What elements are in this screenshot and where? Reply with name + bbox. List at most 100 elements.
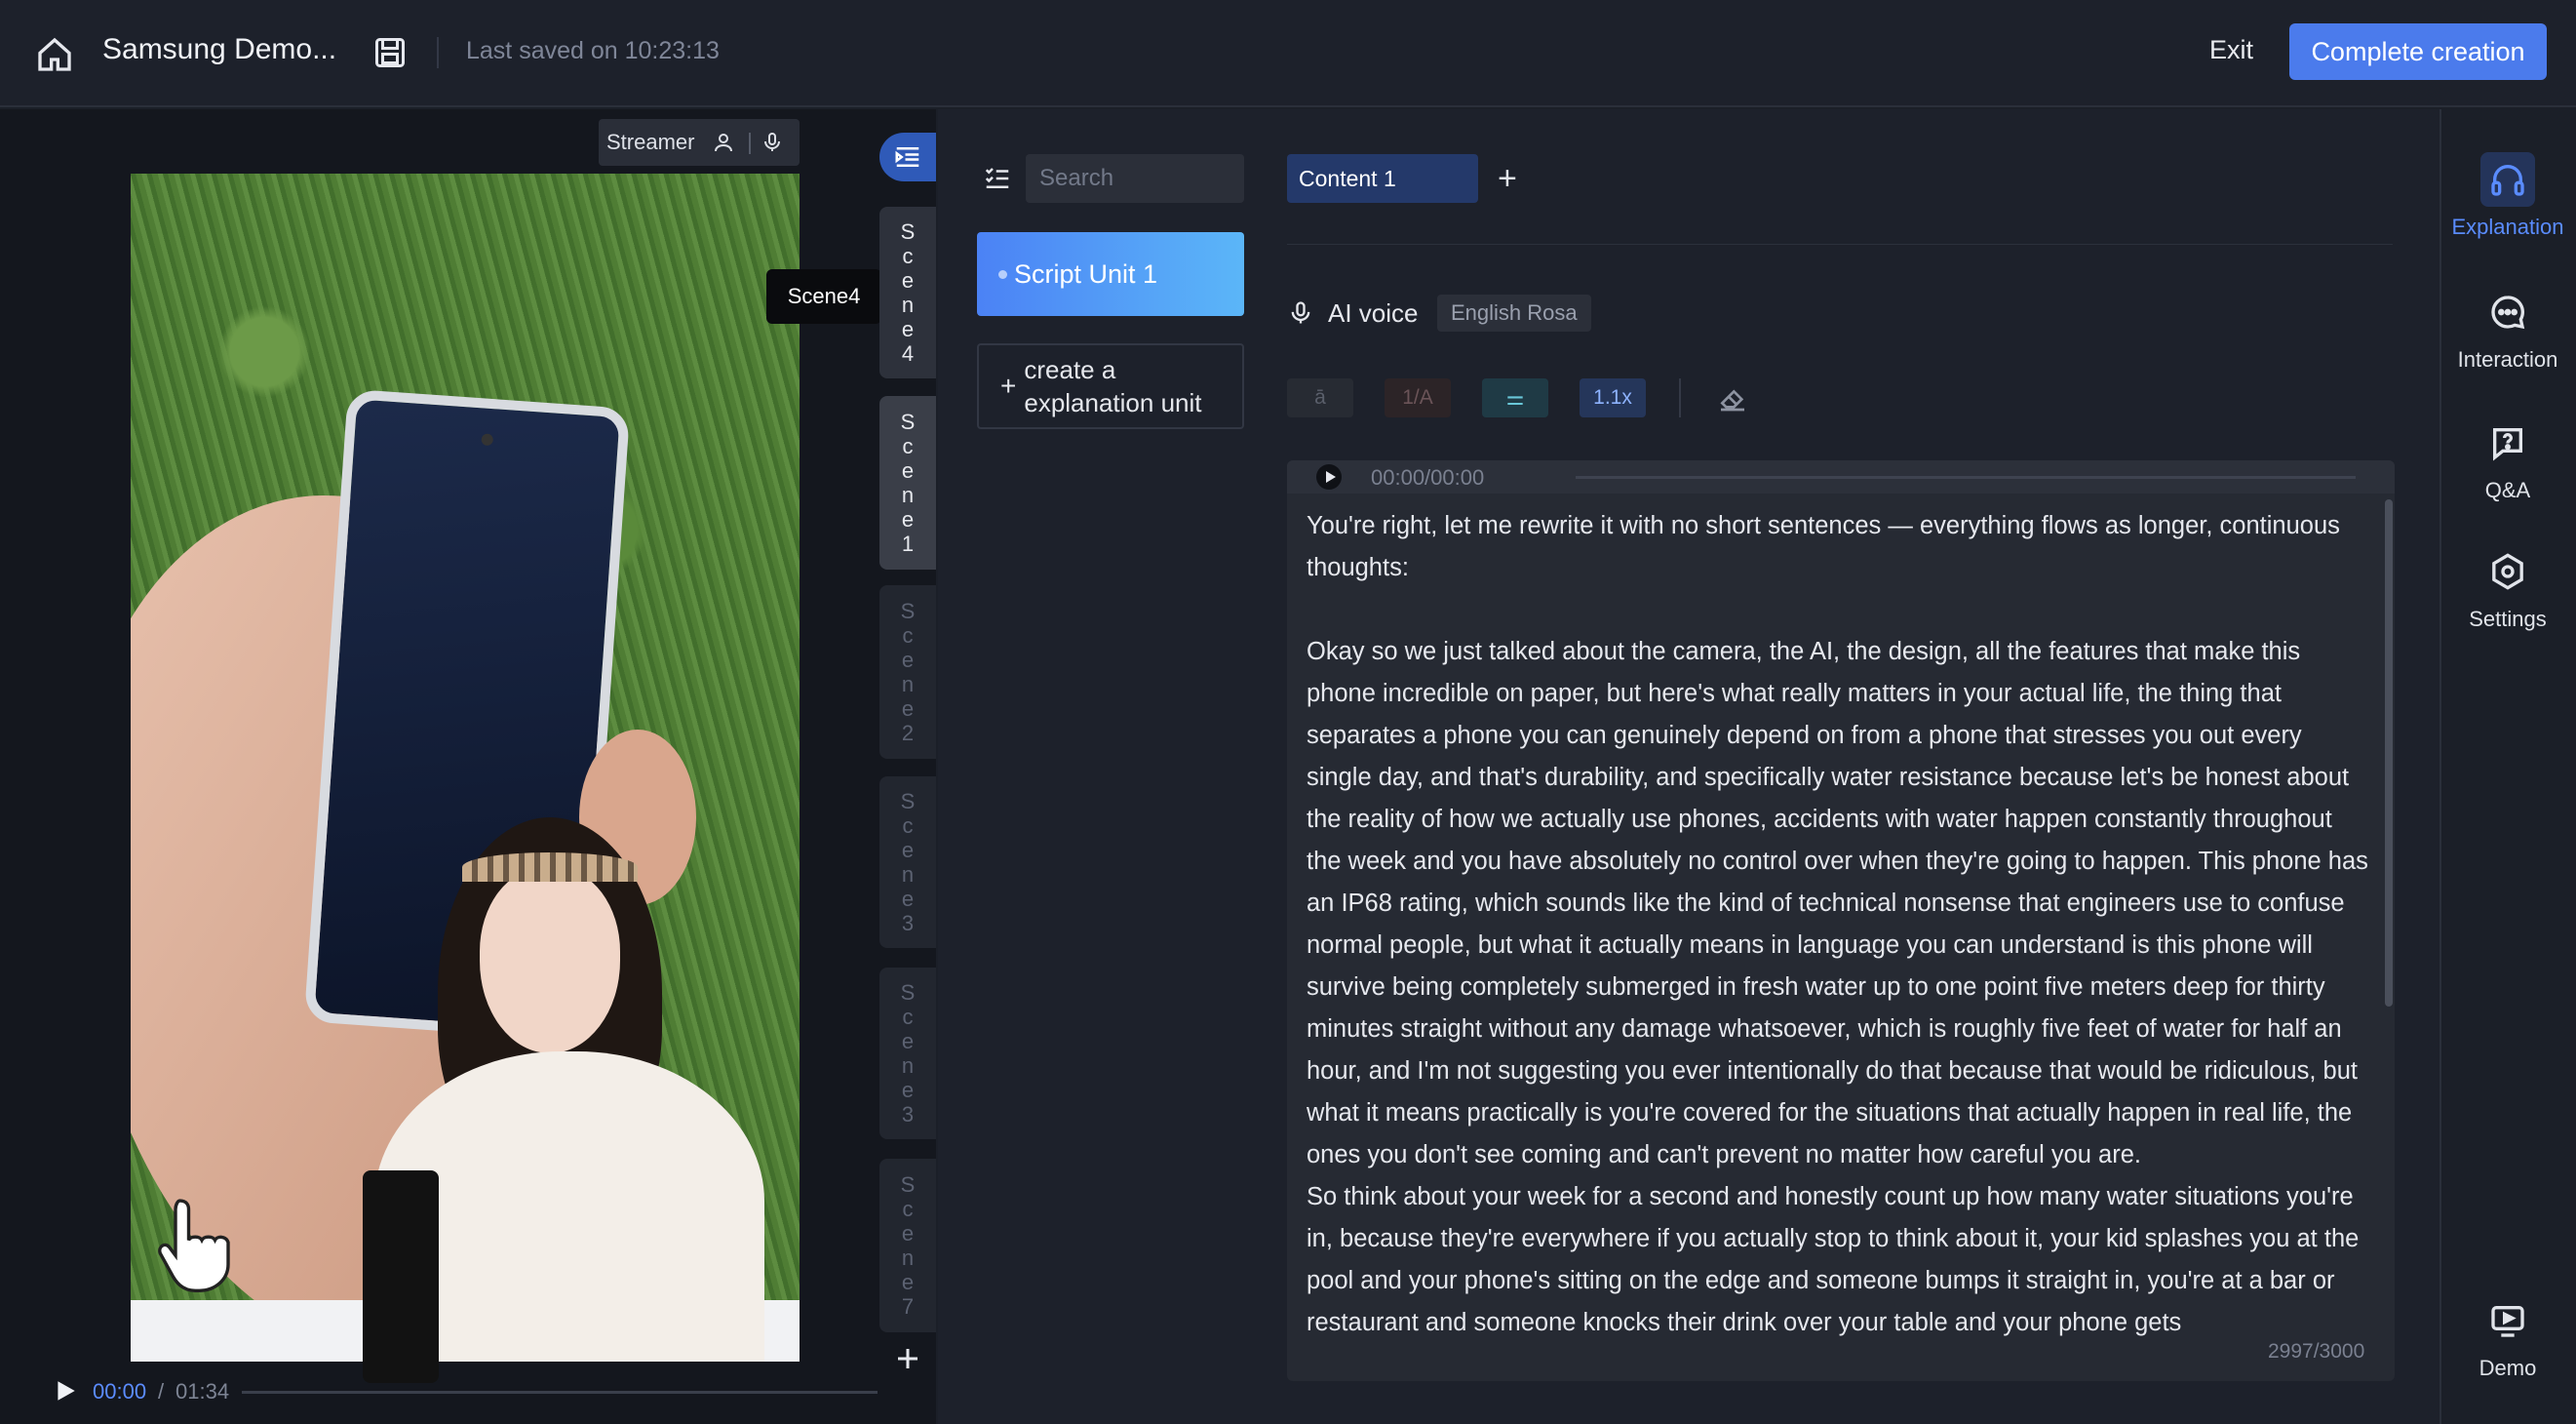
scene-tab-letter: 1 xyxy=(901,532,915,556)
scene-tab-letter: n xyxy=(901,672,915,696)
scene-tab-letter: c xyxy=(902,1197,914,1221)
streamer-control[interactable]: Streamer xyxy=(599,119,800,166)
video-preview[interactable] xyxy=(131,174,800,1362)
sidebar-item-settings[interactable]: Settings xyxy=(2439,544,2576,632)
save-icon[interactable] xyxy=(372,35,408,70)
scene-tab-letter: 3 xyxy=(901,1102,915,1127)
demo-icon xyxy=(2480,1293,2535,1348)
scene-tab-letter: e xyxy=(901,458,915,483)
sidebar-item-demo[interactable]: Demo xyxy=(2439,1293,2576,1381)
toolbar-divider xyxy=(1679,378,1681,417)
scene-tab-letter: S xyxy=(900,219,916,244)
scene-tab-letter: n xyxy=(901,1053,915,1078)
tab-content-1[interactable]: Content 1 xyxy=(1287,154,1478,203)
checklist-icon[interactable] xyxy=(983,164,1012,193)
complete-creation-button[interactable]: Complete creation xyxy=(2289,23,2547,80)
streamer-divider xyxy=(749,133,751,154)
scene-tab-letter: e xyxy=(901,268,915,293)
sidebar-item-label: Q&A xyxy=(2484,478,2531,502)
add-content-tab-icon[interactable]: + xyxy=(1498,160,1517,198)
pause-tool[interactable]: ⚌ xyxy=(1482,378,1548,417)
person-icon[interactable] xyxy=(712,131,735,154)
sidebar-item-label: Interaction xyxy=(2457,347,2558,372)
pointing-hand-icon xyxy=(158,1199,230,1292)
settings-icon xyxy=(2480,544,2535,599)
scene-tab-letter: n xyxy=(901,1246,915,1270)
home-icon[interactable] xyxy=(35,35,74,74)
scene-tab-letter: e xyxy=(901,838,915,862)
playback-progress-bar[interactable] xyxy=(242,1391,878,1394)
number-reading-tool[interactable]: 1/A xyxy=(1385,378,1451,417)
script-editor[interactable]: 00:00/00:00 You're right, let me rewrite… xyxy=(1287,460,2395,1381)
audio-time: 00:00/00:00 xyxy=(1371,465,1485,490)
current-time: 00:00 xyxy=(93,1379,147,1404)
scene-tab-letter: 2 xyxy=(901,721,915,745)
script-text[interactable]: You're right, let me rewrite it with no … xyxy=(1307,505,2369,1344)
time-separator: / xyxy=(158,1379,165,1404)
scene-tab[interactable]: Scene2 xyxy=(879,585,936,759)
speed-tool[interactable]: 1.1x xyxy=(1580,378,1646,417)
sidebar-item-label: Explanation xyxy=(2451,215,2564,239)
audio-progress-bar[interactable] xyxy=(1576,476,2356,479)
scene-tab-letter: S xyxy=(900,410,916,434)
script-unit-1[interactable]: Script Unit 1 xyxy=(977,232,1244,316)
plus-icon: + xyxy=(1000,371,1017,401)
audio-play-icon[interactable] xyxy=(1316,464,1342,490)
top-bar: Samsung Demo... Last saved on 10:23:13 E… xyxy=(0,0,2576,107)
create-explanation-unit-button[interactable]: + create a explanation unit xyxy=(977,343,1244,429)
sidebar-item-explanation[interactable]: Explanation xyxy=(2439,152,2576,240)
play-icon[interactable] xyxy=(53,1377,78,1404)
question-icon xyxy=(2480,415,2535,470)
scene-tab[interactable]: Scene7 xyxy=(879,1159,936,1332)
microphone-icon[interactable] xyxy=(761,131,784,154)
scene-tab-letter: e xyxy=(901,1029,915,1053)
chat-icon xyxy=(2480,285,2535,339)
audio-player: 00:00/00:00 xyxy=(1287,460,2395,494)
header-divider xyxy=(437,37,439,68)
scene-tab-letter: e xyxy=(901,507,915,532)
search-input[interactable] xyxy=(1026,154,1244,203)
phone-on-stand-image xyxy=(363,1170,439,1383)
scene-tab-letter: 7 xyxy=(901,1294,915,1319)
last-saved-text: Last saved on 10:23:13 xyxy=(466,37,720,64)
scene-panel-toggle[interactable] xyxy=(879,133,936,181)
indent-icon xyxy=(895,147,919,167)
scene-tab[interactable]: Scene3 xyxy=(879,776,936,948)
scene-tab-letter: c xyxy=(902,813,914,838)
scene-tab-letter: c xyxy=(902,1005,914,1029)
scene-tab-letter: 3 xyxy=(901,911,915,935)
scene-tab-letter: e xyxy=(901,887,915,911)
scene-tab-letter: e xyxy=(901,317,915,341)
scene-tab-letter: e xyxy=(901,1221,915,1246)
sidebar-item-qa[interactable]: Q&A xyxy=(2439,415,2576,503)
add-scene-icon[interactable] xyxy=(893,1344,922,1373)
scene-tab-letter: e xyxy=(901,1270,915,1294)
voice-selector[interactable]: English Rosa xyxy=(1437,295,1591,332)
scene-tab-letter: c xyxy=(902,623,914,648)
scene-tooltip: Scene4 xyxy=(766,269,893,324)
scene-tab[interactable]: Scene3 xyxy=(879,968,936,1139)
scene-tab-letter: n xyxy=(901,862,915,887)
sidebar-item-interaction[interactable]: Interaction xyxy=(2439,285,2576,373)
scene-tab-letter: S xyxy=(900,980,916,1005)
headphones-icon xyxy=(2480,152,2535,207)
scene-tab-letter: c xyxy=(902,244,914,268)
scene-tab-letter: n xyxy=(901,293,915,317)
eraser-icon[interactable] xyxy=(1716,382,1749,414)
sidebar-item-label: Settings xyxy=(2469,607,2547,631)
editor-scrollbar[interactable] xyxy=(2385,499,2393,1007)
scene-tab-letter: S xyxy=(900,789,916,813)
character-count: 2997/3000 xyxy=(2262,1340,2371,1364)
sidebar-item-label: Demo xyxy=(2478,1356,2537,1380)
scene-tab-letter: e xyxy=(901,1078,915,1102)
scene-tab-letter: S xyxy=(900,599,916,623)
scene-tab-letter: S xyxy=(900,1172,916,1197)
scene-tab-letter: 4 xyxy=(901,341,915,366)
pronunciation-tool[interactable]: ā xyxy=(1287,378,1353,417)
scene-tab-letter: n xyxy=(901,483,915,507)
exit-button[interactable]: Exit xyxy=(2209,35,2253,65)
scene-tab[interactable]: Scene4 xyxy=(879,207,936,378)
project-title[interactable]: Samsung Demo... xyxy=(102,33,336,66)
total-time: 01:34 xyxy=(176,1379,230,1404)
scene-tab[interactable]: Scene1 xyxy=(879,396,936,570)
